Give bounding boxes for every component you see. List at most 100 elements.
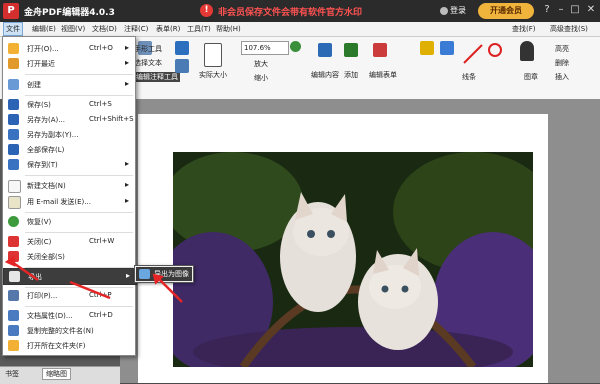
chevron-right-icon: ▸	[125, 58, 130, 67]
menu-separator	[25, 232, 133, 233]
maximize-icon[interactable]: □	[568, 3, 582, 17]
menu-file[interactable]: 文件	[3, 22, 23, 36]
menu-tools[interactable]: 工具(T)	[187, 24, 211, 34]
export-as-image-item[interactable]: 导出为图像	[136, 267, 192, 281]
member-button[interactable]: 开通会员	[478, 3, 534, 19]
recent-folder-icon	[8, 58, 19, 69]
menu-item-label: 创建	[27, 81, 41, 89]
menu-revert[interactable]: 恢复(V)	[3, 214, 135, 229]
image-icon	[139, 269, 150, 279]
save-as-icon	[8, 114, 19, 125]
circle-tool-icon[interactable]	[488, 43, 502, 57]
menu-create[interactable]: 创建 ▸	[3, 77, 135, 92]
tab-bookmarks[interactable]: 书签	[5, 369, 19, 379]
chevron-right-icon: ▸	[125, 43, 130, 52]
text-tool-icon[interactable]	[420, 41, 434, 55]
edit-annotation-tool[interactable]: 编辑注释工具	[134, 72, 180, 82]
menu-export[interactable]: 导出 ▸	[3, 268, 137, 285]
menu-open-folder[interactable]: 打开所在文件夹(F)	[3, 338, 135, 353]
actual-size-icon[interactable]	[204, 43, 222, 67]
title-bar: P 金舟PDF编辑器4.0.3 ! 非会员保存文件会带有软件官方水印 登录 开通…	[0, 0, 600, 22]
export-as-image-label: 导出为图像	[154, 270, 189, 278]
kitten-photo	[173, 152, 533, 367]
menu-new-document[interactable]: 新建文档(N) ▸	[3, 178, 135, 193]
close-icon[interactable]: ✕	[584, 3, 598, 17]
warning-icon: !	[200, 4, 213, 17]
save-all-icon	[8, 144, 19, 155]
menu-comment[interactable]: 注释(C)	[124, 24, 148, 34]
zoom-input[interactable]: 107.6%	[241, 41, 289, 55]
select-text-label: 选择文本	[134, 59, 162, 67]
menu-copy-filename[interactable]: 复制完整的文件名(N)	[3, 323, 135, 338]
menu-item-shortcut: Ctrl+P	[89, 291, 112, 299]
edit-content-label: 编辑内容	[311, 71, 339, 79]
copy-filename-icon	[8, 325, 19, 336]
menu-separator	[25, 74, 133, 75]
help-icon[interactable]: ?	[540, 3, 554, 17]
properties-icon	[8, 310, 19, 321]
menu-print[interactable]: 打印(P)... Ctrl+P	[3, 288, 135, 303]
delete-label[interactable]: 删除	[555, 58, 569, 68]
menu-item-label: 全部保存(L)	[27, 146, 65, 154]
menu-separator	[25, 306, 133, 307]
menu-document-properties[interactable]: 文档属性(D)... Ctrl+D	[3, 308, 135, 323]
close-all-icon	[8, 251, 19, 262]
menu-item-label: 用 E-mail 发送(E)...	[27, 198, 91, 206]
export-submenu: 导出为图像	[134, 265, 194, 283]
minimize-icon[interactable]: –	[554, 3, 568, 17]
member-label: 开通会员	[490, 6, 522, 15]
revert-icon	[8, 216, 19, 227]
menu-edit[interactable]: 编辑(E)	[32, 24, 56, 34]
new-document-icon	[8, 180, 21, 193]
menu-save-copy[interactable]: 另存为副本(Y)...	[3, 127, 135, 142]
menu-item-label: 新建文档(N)	[27, 182, 66, 190]
hand-tool-label: 手形工具	[134, 45, 162, 53]
zoom-in-label[interactable]: 放大	[254, 59, 268, 69]
save-icon	[8, 99, 19, 110]
menu-form[interactable]: 表单(R)	[156, 24, 180, 34]
menu-close[interactable]: 关闭(C) Ctrl+W	[3, 234, 135, 249]
save-copy-icon	[8, 129, 19, 140]
menu-save-to[interactable]: 保存到(T) ▸	[3, 157, 135, 172]
menu-save-as[interactable]: 另存为(A)... Ctrl+Shift+S	[3, 112, 135, 127]
typewriter-icon[interactable]	[440, 41, 454, 55]
watermark-warning: 非会员保存文件会带有软件官方水印	[218, 8, 363, 18]
menu-close-all[interactable]: 关闭全部(S)	[3, 249, 135, 264]
menu-open-recent[interactable]: 打开最近 ▸	[3, 56, 135, 71]
menu-view[interactable]: 视图(V)	[61, 24, 85, 34]
menu-email[interactable]: 用 E-mail 发送(E)... ▸	[3, 194, 135, 209]
menu-item-label: 保存到(T)	[27, 161, 58, 169]
menu-open[interactable]: 打开(O)... Ctrl+O ▸	[3, 41, 135, 56]
create-icon	[8, 79, 19, 90]
login-button[interactable]: 登录	[440, 4, 480, 18]
menu-help[interactable]: 帮助(H)	[216, 24, 241, 34]
crop-icon[interactable]	[175, 59, 189, 73]
menu-item-label: 文档属性(D)...	[27, 312, 73, 320]
add-icon[interactable]	[344, 43, 358, 57]
camera-icon[interactable]	[175, 41, 189, 55]
menu-item-label: 关闭全部(S)	[27, 253, 65, 261]
edit-form-icon[interactable]	[373, 43, 387, 57]
email-icon	[8, 196, 21, 209]
menu-item-shortcut: Ctrl+S	[89, 100, 112, 108]
find-button[interactable]: 查找(F)	[512, 24, 536, 34]
menu-save[interactable]: 保存(S) Ctrl+S	[3, 97, 135, 112]
menu-save-all[interactable]: 全部保存(L)	[3, 142, 135, 157]
chevron-right-icon: ▸	[125, 159, 130, 168]
highlight-label[interactable]: 高亮	[555, 44, 569, 54]
zoom-out-label[interactable]: 缩小	[254, 73, 268, 83]
tab-thumbnails[interactable]: 缩略图	[42, 368, 71, 380]
folder-icon	[8, 43, 19, 54]
insert-label[interactable]: 插入	[555, 72, 569, 82]
chevron-right-icon: ▸	[125, 79, 130, 88]
menu-item-label: 打开最近	[27, 60, 55, 68]
zoom-in-icon[interactable]	[290, 41, 301, 52]
edit-form-label: 编辑表单	[369, 71, 397, 79]
line-tool-icon[interactable]	[462, 43, 484, 65]
stamp-icon[interactable]	[520, 41, 534, 61]
menu-document[interactable]: 文档(D)	[92, 24, 117, 34]
app-title: 金舟PDF编辑器4.0.3	[24, 8, 115, 18]
advanced-find-button[interactable]: 高级查找(S)	[550, 24, 588, 34]
edit-content-icon[interactable]	[318, 43, 332, 57]
menu-item-shortcut: Ctrl+Shift+S	[89, 115, 134, 123]
